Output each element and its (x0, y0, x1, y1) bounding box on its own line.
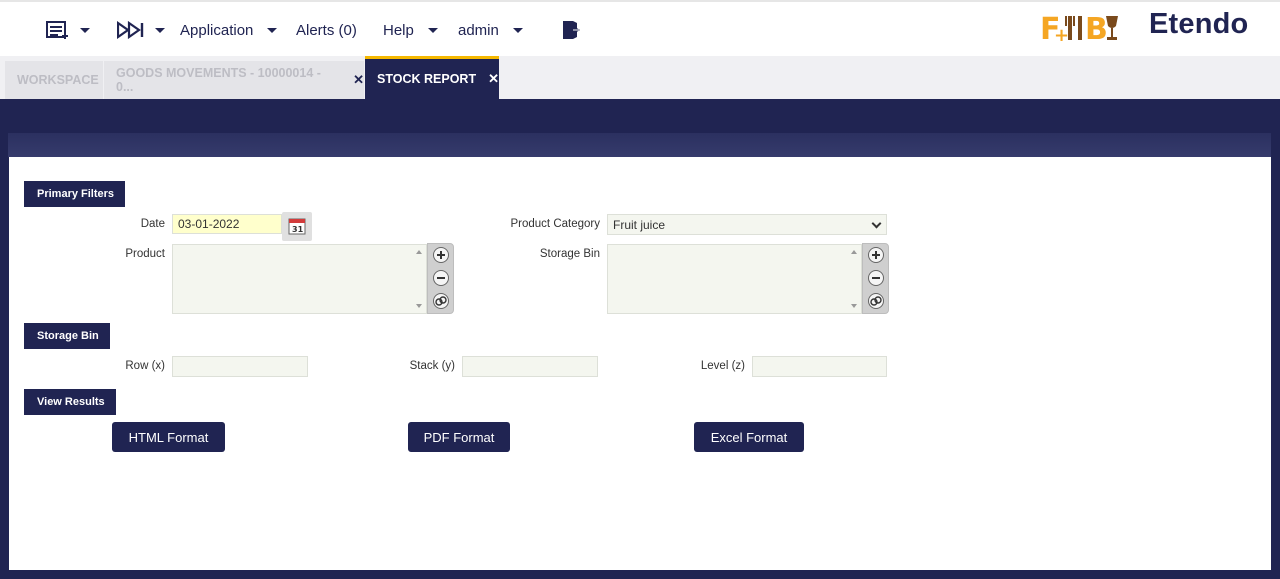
calendar-button[interactable]: 31 (282, 212, 312, 241)
quick-launch-icon (117, 21, 144, 39)
chevron-down-icon (155, 27, 165, 33)
product-category-value: Fruit juice (613, 218, 666, 232)
level-z-label: Level (z) (700, 360, 745, 372)
svg-text:+: + (1054, 25, 1069, 44)
level-z-input[interactable] (752, 356, 887, 377)
calendar-icon: 31 (288, 218, 306, 235)
storage-bin-listbox[interactable] (607, 244, 862, 314)
row-x-input[interactable] (172, 356, 308, 377)
fb-logo-graphic: F + B (1040, 12, 1118, 44)
application-menu[interactable]: Application (180, 2, 278, 58)
svg-text:31: 31 (292, 225, 304, 234)
tab-stock-report[interactable]: STOCK REPORT ✕ (365, 56, 499, 99)
chevron-down-icon (512, 27, 523, 33)
clear-storage-bins-button[interactable] (868, 293, 884, 309)
pdf-format-button[interactable]: PDF Format (408, 422, 510, 452)
workspace-menu-button[interactable] (46, 2, 90, 58)
product-category-label: Product Category (510, 218, 601, 230)
product-listbox[interactable] (172, 244, 427, 314)
quick-launch-button[interactable] (117, 2, 165, 58)
alerts-label: Alerts (0) (296, 21, 357, 39)
minus-icon (437, 277, 445, 279)
view-results-section[interactable]: View Results (24, 389, 116, 415)
minus-icon (872, 277, 880, 279)
logout-icon (563, 21, 580, 39)
plus-icon (872, 251, 880, 259)
storage-bin-section[interactable]: Storage Bin (24, 323, 110, 349)
chevron-down-icon (267, 27, 278, 33)
stack-y-label: Stack (y) (409, 360, 455, 372)
stock-report-form: Primary Filters Date 03-01-2022 31 Produ… (9, 157, 1271, 570)
stack-y-input[interactable] (462, 356, 598, 377)
product-category-select[interactable]: Fruit juice (607, 214, 887, 235)
chevron-down-icon (871, 218, 882, 229)
logout-button[interactable] (561, 2, 583, 58)
top-navigation-bar: Application Alerts (0) Help admin F + B (0, 0, 1280, 56)
help-menu[interactable]: Help (383, 2, 438, 58)
user-menu[interactable]: admin (458, 2, 523, 58)
listbox-scrollbar[interactable] (415, 248, 423, 312)
tab-workspace[interactable]: WORKSPACE (5, 61, 103, 99)
clear-products-button[interactable] (433, 293, 449, 309)
frame-header-band (8, 133, 1271, 157)
primary-filters-section[interactable]: Primary Filters (24, 181, 125, 207)
excel-format-button[interactable]: Excel Format (694, 422, 804, 452)
user-menu-label: admin (458, 21, 499, 39)
product-label: Product (125, 248, 165, 260)
add-product-button[interactable] (433, 247, 449, 263)
help-menu-label: Help (383, 21, 414, 39)
close-icon[interactable]: ✕ (353, 72, 364, 88)
remove-product-button[interactable] (433, 270, 449, 286)
clear-all-icon (435, 296, 447, 306)
date-input[interactable]: 03-01-2022 (172, 214, 282, 234)
listbox-scrollbar[interactable] (850, 248, 858, 312)
remove-storage-bin-button[interactable] (868, 270, 884, 286)
date-label: Date (140, 218, 165, 230)
product-list-buttons (427, 243, 454, 314)
chevron-down-icon (80, 27, 90, 33)
svg-text:B: B (1085, 12, 1108, 44)
fb-logo: F + B (1040, 10, 1122, 44)
tab-label: GOODS MOVEMENTS - 10000014 - 0... (116, 66, 321, 94)
close-icon[interactable]: ✕ (488, 71, 499, 87)
tab-label: STOCK REPORT (377, 72, 477, 86)
html-format-button[interactable]: HTML Format (112, 422, 225, 452)
clear-all-icon (870, 296, 882, 306)
row-x-label: Row (x) (125, 360, 165, 372)
report-frame: Primary Filters Date 03-01-2022 31 Produ… (0, 99, 1280, 579)
scroll-arrows-icon (851, 250, 857, 308)
tab-label: WORKSPACE (17, 73, 99, 87)
alerts-link[interactable]: Alerts (0) (296, 2, 357, 58)
etendo-logo: Etendo (1149, 8, 1249, 40)
plus-icon (437, 251, 445, 259)
scroll-arrows-icon (416, 250, 422, 308)
workspace-menu-icon (46, 21, 68, 39)
storage-bin-label: Storage Bin (539, 248, 600, 260)
window-tab-bar: WORKSPACE GOODS MOVEMENTS - 10000014 - 0… (0, 56, 1280, 99)
storage-bin-list-buttons (862, 243, 889, 314)
tab-goods-movements[interactable]: GOODS MOVEMENTS - 10000014 - 0... ✕ (104, 61, 364, 99)
chevron-down-icon (427, 27, 438, 33)
add-storage-bin-button[interactable] (868, 247, 884, 263)
application-menu-label: Application (180, 21, 254, 39)
